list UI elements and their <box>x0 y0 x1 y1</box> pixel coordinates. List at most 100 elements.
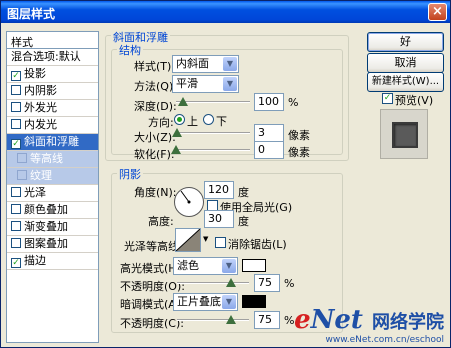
direction-down-label: 下 <box>216 115 227 128</box>
style-select[interactable]: 内斜面 ▼ <box>172 55 239 73</box>
shadow-opacity-unit: % <box>284 314 295 327</box>
direction-down-radio[interactable] <box>203 114 214 125</box>
gloss-contour-label: 光泽等高线: <box>124 240 183 253</box>
size-slider[interactable] <box>172 128 250 138</box>
highlight-color-swatch[interactable] <box>242 259 266 272</box>
slider-thumb[interactable] <box>226 315 236 324</box>
highlight-opacity-input[interactable]: 75 <box>254 274 280 292</box>
anti-alias-checkbox[interactable] <box>215 237 226 248</box>
logo-cn-text: 网络学院 <box>372 312 444 333</box>
anti-alias-label: 消除锯齿(L) <box>228 238 287 251</box>
new-style-button[interactable]: 新建样式(W)... <box>367 72 444 92</box>
direction-up-radio[interactable] <box>174 114 185 125</box>
depth-label: 深度(D): <box>134 100 177 113</box>
style-label: 样式(T): <box>134 60 176 73</box>
sidebar-item-checkbox[interactable]: ✓ <box>11 139 21 149</box>
sidebar-item-checkbox[interactable] <box>11 238 21 248</box>
styles-sidebar: 样式 混合选项:默认 ✓ 投影 内阴影 外发光 内发光 ✓ 斜面和浮雕 等高线 纹理 光泽 颜色叠加渐… <box>6 31 99 343</box>
close-button[interactable]: × <box>428 3 447 21</box>
direction-label: 方向: <box>148 116 174 129</box>
highlight-opacity-unit: % <box>284 277 295 290</box>
sidebar-header[interactable]: 样式 <box>7 32 98 49</box>
sidebar-item-label: 纹理 <box>30 169 52 182</box>
sidebar-item[interactable]: 纹理 <box>7 168 98 185</box>
slider-thumb[interactable] <box>178 97 189 106</box>
sidebar-item[interactable]: 图案叠加 <box>7 236 98 253</box>
gloss-contour-picker[interactable] <box>175 228 201 252</box>
slider-track <box>177 319 249 321</box>
altitude-label: 高度: <box>148 215 174 228</box>
sidebar-item-checkbox[interactable] <box>11 204 21 214</box>
sidebar-item-checkbox[interactable] <box>17 153 27 163</box>
sidebar-item[interactable]: 内阴影 <box>7 83 98 100</box>
sidebar-item-checkbox[interactable] <box>17 170 27 180</box>
logo-e: e <box>294 305 311 335</box>
sidebar-item-label: 内发光 <box>24 118 57 131</box>
depth-input[interactable]: 100 <box>254 93 284 111</box>
sidebar-item[interactable]: 外发光 <box>7 100 98 117</box>
soften-unit: 像素 <box>288 146 310 159</box>
sidebar-item[interactable]: 颜色叠加 <box>7 202 98 219</box>
contour-dropdown-icon[interactable]: ▼ <box>203 235 208 243</box>
soften-slider[interactable] <box>171 145 250 155</box>
sidebar-item[interactable]: 内发光 <box>7 117 98 134</box>
highlight-opacity-slider[interactable] <box>177 278 249 288</box>
slider-thumb[interactable] <box>171 145 181 154</box>
angle-dial[interactable] <box>174 187 204 217</box>
sidebar-item-checkbox[interactable] <box>11 221 21 231</box>
slider-thumb[interactable] <box>226 278 236 287</box>
cancel-button[interactable]: 取消 <box>367 53 444 73</box>
angle-input[interactable]: 120 <box>204 181 234 199</box>
angle-unit: 度 <box>238 186 249 199</box>
shadow-color-swatch[interactable] <box>242 295 266 308</box>
technique-select[interactable]: 平滑 ▼ <box>172 75 239 93</box>
soften-input[interactable]: 0 <box>254 141 284 159</box>
style-select-value: 内斜面 <box>176 57 209 70</box>
sidebar-item-label: 混合选项:默认 <box>11 50 81 63</box>
sidebar-item[interactable]: 混合选项:默认 <box>7 49 98 66</box>
watermark-url: www.eNet.com.cn/eschool <box>325 335 444 345</box>
shadow-opacity-input[interactable]: 75 <box>254 311 280 329</box>
shadow-mode-select[interactable]: 正片叠底 ▼ <box>173 293 238 311</box>
sidebar-item-label: 描边 <box>24 254 46 267</box>
sidebar-item-label: 外发光 <box>24 101 57 114</box>
sidebar-item-checkbox[interactable] <box>11 102 21 112</box>
sidebar-item[interactable]: ✓ 描边 <box>7 253 98 270</box>
highlight-mode-value: 滤色 <box>177 259 199 272</box>
sidebar-item-label: 光泽 <box>24 186 46 199</box>
sidebar-item-label: 图案叠加 <box>24 237 68 250</box>
chevron-down-icon: ▼ <box>223 57 237 71</box>
sidebar-item-label: 斜面和浮雕 <box>24 135 79 148</box>
title-bar[interactable]: 图层样式 × <box>1 1 450 23</box>
shadow-mode-value: 正片叠底 <box>177 295 221 308</box>
sidebar-list: 混合选项:默认 ✓ 投影 内阴影 外发光 内发光 ✓ 斜面和浮雕 等高线 纹理 光泽 颜色叠加 渐变叠加… <box>7 49 98 270</box>
slider-track <box>176 132 250 134</box>
ok-button[interactable]: 好 <box>367 32 444 52</box>
sidebar-item-checkbox[interactable]: ✓ <box>11 71 21 81</box>
contour-curve-icon <box>175 228 201 252</box>
style-preview <box>380 109 428 159</box>
sidebar-item-label: 颜色叠加 <box>24 203 68 216</box>
preview-checkbox[interactable]: ✓ <box>382 93 393 104</box>
altitude-input[interactable]: 30 <box>204 210 234 228</box>
sidebar-item[interactable]: ✓ 斜面和浮雕 <box>7 134 98 151</box>
window-title: 图层样式 <box>7 7 56 21</box>
sidebar-item-checkbox[interactable] <box>11 187 21 197</box>
sidebar-item-checkbox[interactable] <box>11 119 21 129</box>
chevron-down-icon: ▼ <box>222 295 236 309</box>
sidebar-item[interactable]: 光泽 <box>7 185 98 202</box>
highlight-mode-select[interactable]: 滤色 ▼ <box>173 257 238 275</box>
sidebar-item-checkbox[interactable]: ✓ <box>11 258 21 268</box>
sidebar-item[interactable]: ✓ 投影 <box>7 66 98 83</box>
angle-label: 角度(N): <box>134 186 177 199</box>
highlight-opacity-label: 不透明度(O): <box>120 280 185 293</box>
slider-thumb[interactable] <box>172 128 183 137</box>
sidebar-item[interactable]: 渐变叠加 <box>7 219 98 236</box>
angle-dial-needle <box>180 190 191 204</box>
preview-label: 预览(V) <box>395 94 434 107</box>
sidebar-item-checkbox[interactable] <box>11 85 21 95</box>
size-input[interactable]: 3 <box>254 124 284 142</box>
depth-slider[interactable] <box>176 97 250 107</box>
shadow-opacity-slider[interactable] <box>177 315 249 325</box>
sidebar-item[interactable]: 等高线 <box>7 151 98 168</box>
